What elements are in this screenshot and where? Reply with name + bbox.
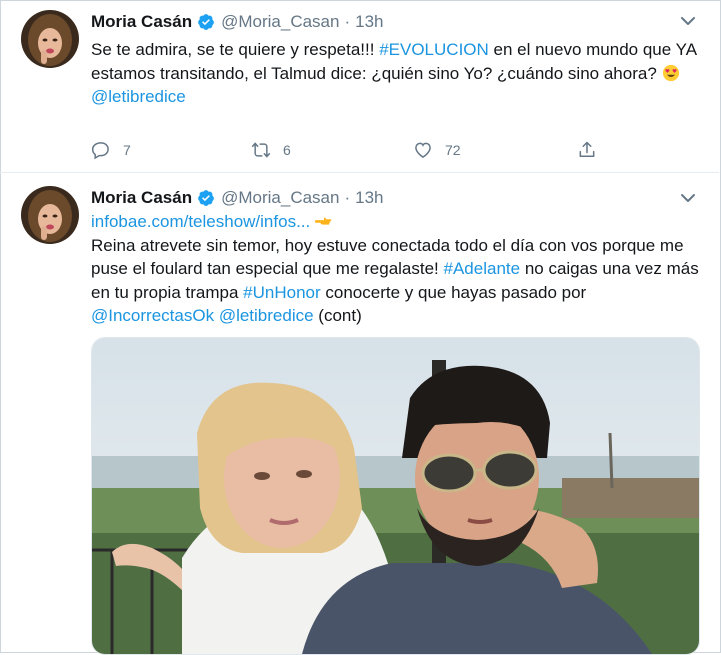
mention-link[interactable]: @IncorrectasOk bbox=[91, 306, 214, 325]
tweet-photo[interactable] bbox=[91, 337, 700, 655]
verified-badge-icon bbox=[197, 189, 215, 207]
verified-badge-icon bbox=[197, 13, 215, 31]
tweet-text-part: (cont) bbox=[313, 306, 362, 325]
separator-dot: · bbox=[344, 12, 351, 31]
author-handle[interactable]: @Moria_Casan bbox=[221, 12, 339, 32]
chevron-down-icon[interactable] bbox=[679, 12, 697, 30]
reply-icon bbox=[91, 142, 109, 160]
tweet-header: Moria Casán @Moria_Casan · 13h bbox=[91, 12, 384, 32]
retweet-count: 6 bbox=[283, 142, 291, 158]
tweet-actions: 7 6 72 bbox=[91, 140, 611, 164]
avatar[interactable] bbox=[21, 186, 79, 244]
chevron-down-icon[interactable] bbox=[679, 189, 697, 207]
share-button[interactable] bbox=[577, 140, 609, 160]
retweet-icon bbox=[251, 142, 271, 158]
tweet-text: Se te admira, se te quiere y respeta!!! … bbox=[91, 38, 703, 109]
share-icon bbox=[579, 141, 595, 157]
author-name[interactable]: Moria Casán bbox=[91, 188, 192, 208]
heart-eyes-emoji bbox=[662, 64, 680, 82]
avatar[interactable] bbox=[21, 10, 79, 68]
tweet-text-part: Se te admira, se te quiere y respeta!!! bbox=[91, 40, 380, 59]
timestamp[interactable]: 13h bbox=[355, 12, 383, 32]
tweet-text-part: conocerte y que hayas pasado por bbox=[320, 282, 587, 302]
author-handle[interactable]: @Moria_Casan bbox=[221, 188, 339, 208]
tweet-header: Moria Casán @Moria_Casan · 13h bbox=[91, 188, 384, 208]
tweet-text: infobae.com/teleshow/infos... Reina atre… bbox=[91, 210, 703, 328]
reply-button[interactable]: 7 bbox=[91, 140, 131, 160]
like-count: 72 bbox=[445, 142, 461, 158]
reply-count: 7 bbox=[123, 142, 131, 158]
separator-dot: · bbox=[344, 188, 351, 207]
backhand-pointing-left-emoji bbox=[314, 212, 333, 230]
mention-link[interactable]: @letibredice bbox=[219, 306, 314, 325]
timestamp[interactable]: 13h bbox=[355, 188, 383, 208]
url-link[interactable]: infobae.com/teleshow/infos... bbox=[91, 212, 310, 231]
hashtag-link[interactable]: #UnHonor bbox=[243, 283, 321, 302]
hashtag-link[interactable]: #EVOLUCION bbox=[379, 40, 489, 59]
hashtag-link[interactable]: #Adelante bbox=[444, 259, 521, 278]
author-name[interactable]: Moria Casán bbox=[91, 12, 192, 32]
retweet-button[interactable]: 6 bbox=[251, 140, 291, 160]
like-button[interactable]: 72 bbox=[413, 140, 461, 160]
tweet-1[interactable]: Moria Casán @Moria_Casan · 13h Se te adm… bbox=[0, 0, 719, 173]
heart-icon bbox=[415, 142, 431, 158]
mention-link[interactable]: @letibredice bbox=[91, 87, 186, 106]
